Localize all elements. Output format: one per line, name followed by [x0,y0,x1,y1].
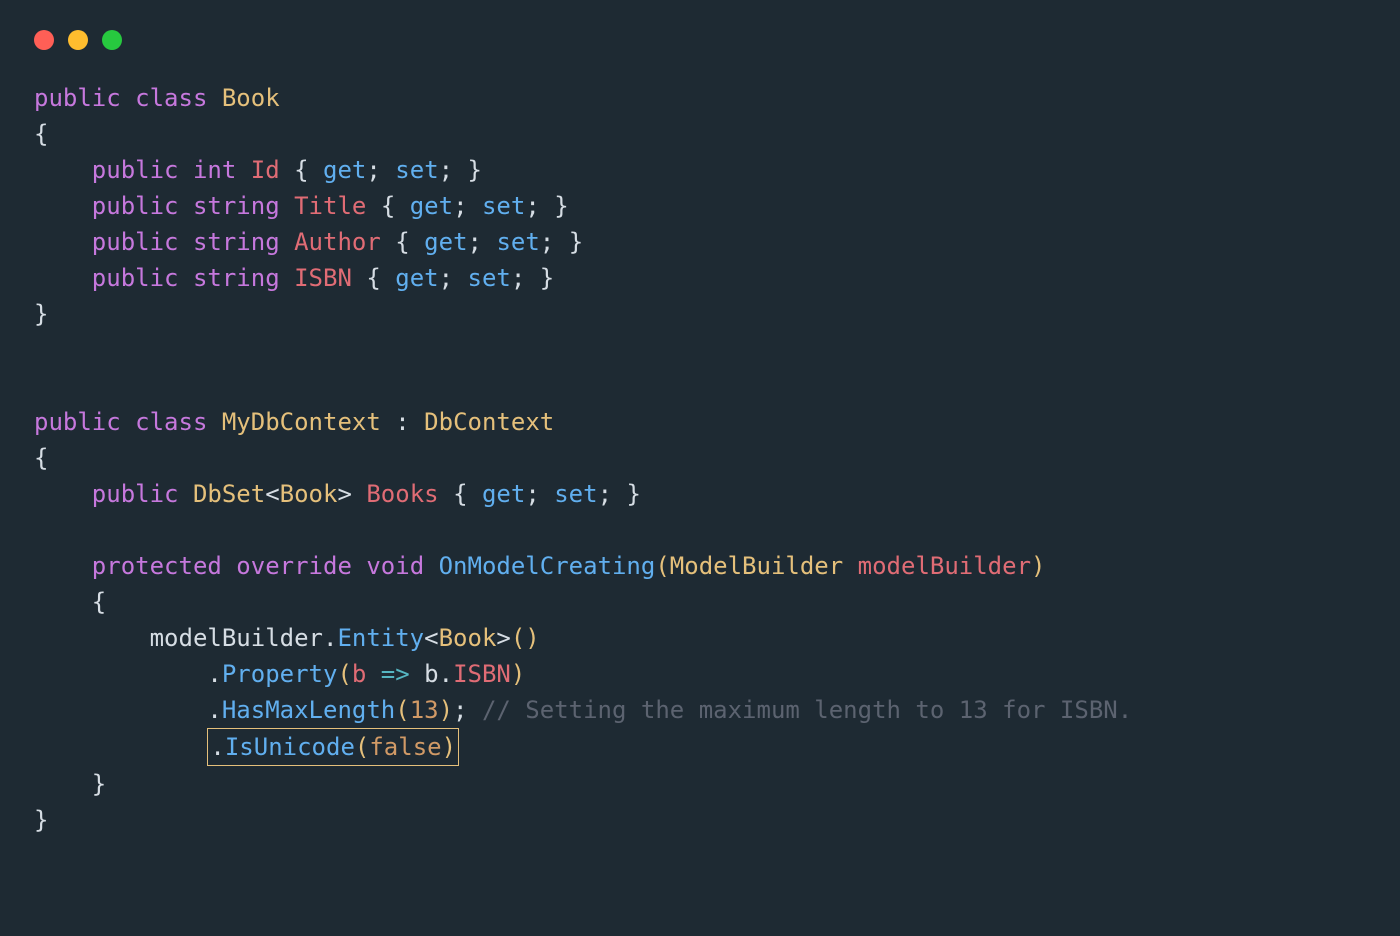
keyword-public: public [34,408,121,436]
brace-open: { [34,120,48,148]
keyword-public: public [92,192,179,220]
type-string: string [193,264,280,292]
method-isunicode: IsUnicode [225,733,355,761]
keyword-public: public [92,156,179,184]
prop-isbn: ISBN [453,660,511,688]
ident-b: b [424,660,438,688]
brace-close: } [34,806,48,834]
method-property: Property [222,660,338,688]
type-dbset: DbSet [193,480,265,508]
comment-maxlength: // Setting the maximum length to 13 for … [482,696,1132,724]
method-hasmaxlength: HasMaxLength [222,696,395,724]
code-block: public class Book { public int Id { get;… [0,50,1340,838]
set: set [395,156,438,184]
brace-open: { [92,588,106,616]
keyword-public: public [92,480,179,508]
set: set [468,264,511,292]
method-onmodelcreating: OnModelCreating [439,552,656,580]
minimize-icon[interactable] [68,30,88,50]
get: get [410,192,453,220]
prop-id: Id [251,156,280,184]
param-modelbuilder: modelBuilder [858,552,1031,580]
type-void: void [366,552,424,580]
lambda-arrow: => [381,660,410,688]
set: set [482,192,525,220]
get: get [424,228,467,256]
get: get [323,156,366,184]
prop-books: Books [366,480,438,508]
brace-close: } [34,300,48,328]
param-b: b [352,660,366,688]
keyword-class: class [135,84,207,112]
type-string: string [193,192,280,220]
set: set [554,480,597,508]
type-modelbuilder: ModelBuilder [670,552,843,580]
keyword-public: public [92,264,179,292]
type-int: int [193,156,236,184]
keyword-public: public [34,84,121,112]
type-book: Book [439,624,497,652]
prop-title: Title [294,192,366,220]
keyword-override: override [236,552,352,580]
literal-false: false [369,733,441,761]
code-editor-window: public class Book { public int Id { get;… [0,0,1340,900]
maximize-icon[interactable] [102,30,122,50]
keyword-class: class [135,408,207,436]
ident-modelbuilder: modelBuilder [150,624,323,652]
class-dbcontext: DbContext [424,408,554,436]
method-entity: Entity [337,624,424,652]
brace-open: { [34,444,48,472]
number-13: 13 [410,696,439,724]
keyword-public: public [92,228,179,256]
class-book: Book [222,84,280,112]
window-controls [0,0,1340,50]
prop-isbn: ISBN [294,264,352,292]
type-book: Book [280,480,338,508]
get: get [482,480,525,508]
get: get [395,264,438,292]
prop-author: Author [294,228,381,256]
keyword-protected: protected [92,552,222,580]
class-mydbcontext: MyDbContext [222,408,381,436]
brace-close: } [92,770,106,798]
type-string: string [193,228,280,256]
set: set [496,228,539,256]
close-icon[interactable] [34,30,54,50]
highlighted-code: .IsUnicode(false) [207,728,459,766]
